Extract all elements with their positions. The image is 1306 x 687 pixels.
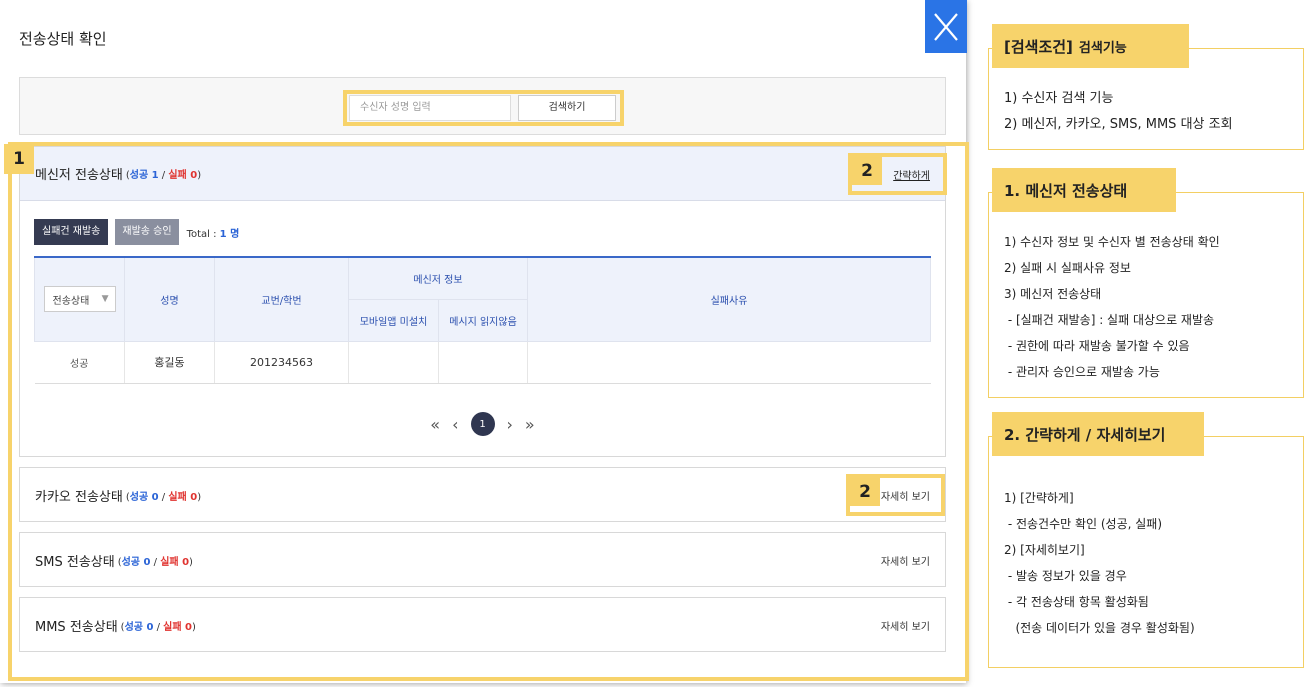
- close-icon: [934, 12, 958, 41]
- annotation-badge-1: 1: [4, 144, 34, 174]
- page: 전송상태 확인 수신자 성명 입력 검색하기 메신저 전송상태 (성공 1 / …: [0, 0, 1306, 687]
- panel-messenger-title: 1. 메신저 전송상태: [992, 168, 1176, 212]
- annotation-badge-2b: 2: [850, 478, 880, 506]
- search-highlight: [343, 90, 624, 126]
- annotation-badge-2a: 2: [852, 157, 882, 185]
- section-1-highlight: [8, 142, 969, 681]
- modal-title: 전송상태 확인: [19, 30, 107, 48]
- panel-search-body: 1) 수신자 검색 기능 2) 메신저, 카카오, SMS, MMS 대상 조회: [1004, 91, 1233, 132]
- panel-toggle-body: 1) [간략하게] - 전송건수만 확인 (성공, 실패) 2) [자세히보기]…: [1004, 491, 1195, 635]
- panel-toggle-title: 2. 간략하게 / 자세히보기: [992, 412, 1204, 456]
- close-button[interactable]: [925, 0, 967, 53]
- panel-search-title: [검색조건] 검색기능: [992, 24, 1189, 68]
- panel-messenger-body: 1) 수신자 정보 및 수신자 별 전송상태 확인 2) 실패 시 실패사유 정…: [1004, 235, 1220, 379]
